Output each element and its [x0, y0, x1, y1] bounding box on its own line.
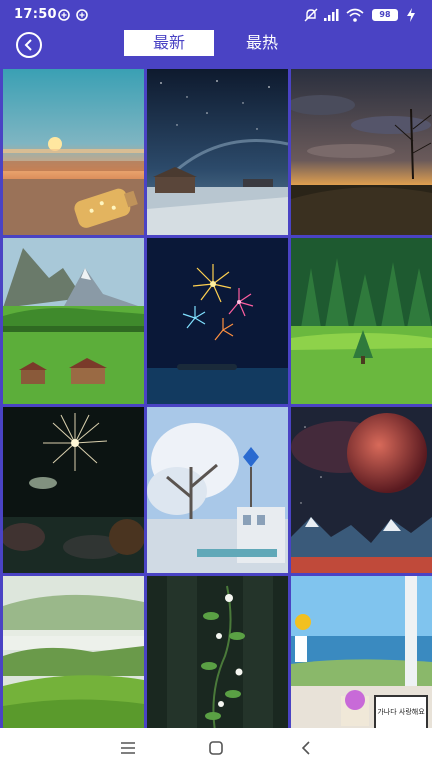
- status-bar: 17:50 98: [0, 0, 432, 30]
- wallpaper-image: [291, 407, 432, 573]
- signal-icon: [324, 9, 339, 21]
- wallpaper-tile-window-seaside[interactable]: 가나다 사랑해요: [291, 576, 432, 728]
- charging-icon: [407, 8, 415, 22]
- tab-latest[interactable]: 最新: [124, 30, 214, 56]
- back-button[interactable]: [16, 32, 42, 58]
- wallpaper-image: [3, 69, 144, 235]
- wallpaper-tile-fireworks-lake[interactable]: [147, 238, 288, 404]
- status-time: 17:50: [14, 7, 57, 22]
- system-navigation-bar: [0, 728, 432, 768]
- wallpaper-image: [147, 238, 288, 404]
- battery-icon: 98: [372, 9, 398, 21]
- wallpaper-grid: 가나다 사랑해요: [0, 66, 432, 728]
- wallpaper-tile-night-fireworks[interactable]: [3, 407, 144, 573]
- wallpaper-tile-sunset-bottle[interactable]: [3, 69, 144, 235]
- tab-popular[interactable]: 最热: [222, 30, 302, 56]
- status-icons: 98: [304, 7, 420, 23]
- top-toolbar: 最新 最热: [0, 30, 432, 66]
- wallpaper-image: [3, 576, 144, 728]
- wallpaper-image: [3, 238, 144, 404]
- wallpaper-tile-misty-green-hills[interactable]: [3, 576, 144, 728]
- handwritten-sign: 가나다 사랑해요: [377, 707, 425, 716]
- wallpaper-image: 가나다 사랑해요: [291, 576, 432, 728]
- wallpaper-tile-starry-cabin[interactable]: [147, 69, 288, 235]
- chevron-left-icon: [24, 39, 32, 51]
- wallpaper-tile-anime-sky-field[interactable]: [291, 69, 432, 235]
- wallpaper-image: [147, 69, 288, 235]
- notification-badge-icon: [58, 9, 88, 21]
- mute-icon: [304, 8, 318, 22]
- wallpaper-image: [147, 407, 288, 573]
- wallpaper-tile-snow-tree-street[interactable]: [147, 407, 288, 573]
- back-nav-icon[interactable]: [296, 738, 316, 758]
- wallpaper-tile-flower-vine[interactable]: [147, 576, 288, 728]
- wallpaper-tile-forest-meadow[interactable]: [291, 238, 432, 404]
- wallpaper-tile-alpine-meadow[interactable]: [3, 238, 144, 404]
- menu-icon[interactable]: [118, 738, 138, 758]
- home-icon[interactable]: [206, 738, 226, 758]
- wallpaper-image: [3, 407, 144, 573]
- wifi-icon: [346, 8, 364, 22]
- wallpaper-image: [147, 576, 288, 728]
- wallpaper-tile-red-planet-mountains[interactable]: [291, 407, 432, 573]
- wallpaper-image: [291, 238, 432, 404]
- wallpaper-image: [291, 69, 432, 235]
